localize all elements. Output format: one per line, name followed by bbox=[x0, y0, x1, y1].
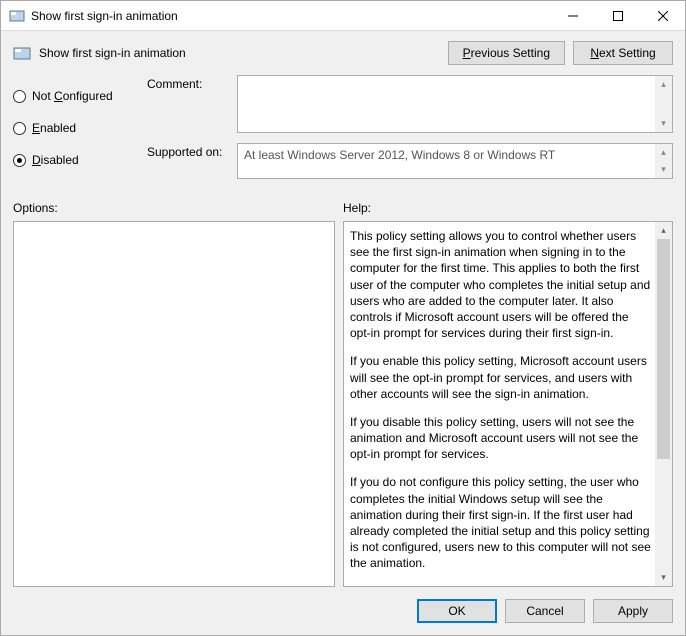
maximize-button[interactable] bbox=[595, 1, 640, 30]
radio-disabled[interactable]: Disabled bbox=[13, 153, 133, 167]
state-radio-group: Not Configured Enabled Disabled bbox=[13, 75, 133, 185]
radio-icon bbox=[13, 90, 26, 103]
panels-header: Options: Help: bbox=[1, 193, 685, 221]
dialog-footer: OK Cancel Apply bbox=[1, 587, 685, 635]
config-area: Not Configured Enabled Disabled Comment:… bbox=[1, 71, 685, 193]
policy-icon bbox=[13, 44, 31, 62]
comment-textarea[interactable]: ▴ ▾ bbox=[237, 75, 673, 133]
next-setting-button[interactable]: Next Setting bbox=[573, 41, 673, 65]
cancel-button[interactable]: Cancel bbox=[505, 599, 585, 623]
window-title: Show first sign-in animation bbox=[31, 9, 550, 23]
scrollbar: ▴ ▾ bbox=[655, 144, 672, 178]
scroll-up-icon: ▴ bbox=[655, 144, 672, 161]
gpedit-icon bbox=[9, 8, 25, 24]
scroll-down-icon: ▾ bbox=[655, 161, 672, 178]
header-row: Show first sign-in animation Previous Se… bbox=[1, 31, 685, 71]
scroll-up-icon: ▴ bbox=[655, 222, 672, 239]
scroll-down-icon: ▾ bbox=[655, 115, 672, 132]
scroll-track[interactable] bbox=[655, 239, 672, 569]
previous-setting-button[interactable]: Previous Setting bbox=[448, 41, 565, 65]
scroll-thumb[interactable] bbox=[657, 239, 670, 459]
policy-title: Show first sign-in animation bbox=[39, 46, 448, 60]
options-panel bbox=[13, 221, 335, 587]
fields-column: Comment: ▴ ▾ Supported on: At least Wind… bbox=[147, 75, 673, 185]
panels: This policy setting allows you to contro… bbox=[1, 221, 685, 587]
radio-icon bbox=[13, 154, 26, 167]
close-button[interactable] bbox=[640, 1, 685, 30]
radio-not-configured[interactable]: Not Configured bbox=[13, 89, 133, 103]
help-scrollbar[interactable]: ▴ ▾ bbox=[655, 222, 672, 586]
supported-label: Supported on: bbox=[147, 143, 227, 179]
apply-button[interactable]: Apply bbox=[593, 599, 673, 623]
supported-value: At least Windows Server 2012, Windows 8 … bbox=[244, 148, 555, 162]
scroll-up-icon: ▴ bbox=[655, 76, 672, 93]
options-label: Options: bbox=[13, 201, 335, 215]
radio-icon bbox=[13, 122, 26, 135]
ok-button[interactable]: OK bbox=[417, 599, 497, 623]
help-paragraph: This policy setting allows you to contro… bbox=[350, 228, 652, 341]
help-paragraph: If you disable this policy setting, user… bbox=[350, 414, 652, 463]
comment-label: Comment: bbox=[147, 75, 227, 133]
window-controls bbox=[550, 1, 685, 30]
scroll-down-icon: ▾ bbox=[655, 569, 672, 586]
supported-on-box: At least Windows Server 2012, Windows 8 … bbox=[237, 143, 673, 179]
help-paragraph: If you do not configure this policy sett… bbox=[350, 474, 652, 571]
help-label: Help: bbox=[343, 201, 673, 215]
scrollbar[interactable]: ▴ ▾ bbox=[655, 76, 672, 132]
help-paragraph: If you enable this policy setting, Micro… bbox=[350, 353, 652, 402]
minimize-button[interactable] bbox=[550, 1, 595, 30]
titlebar: Show first sign-in animation bbox=[1, 1, 685, 31]
radio-enabled[interactable]: Enabled bbox=[13, 121, 133, 135]
help-panel: This policy setting allows you to contro… bbox=[343, 221, 673, 587]
